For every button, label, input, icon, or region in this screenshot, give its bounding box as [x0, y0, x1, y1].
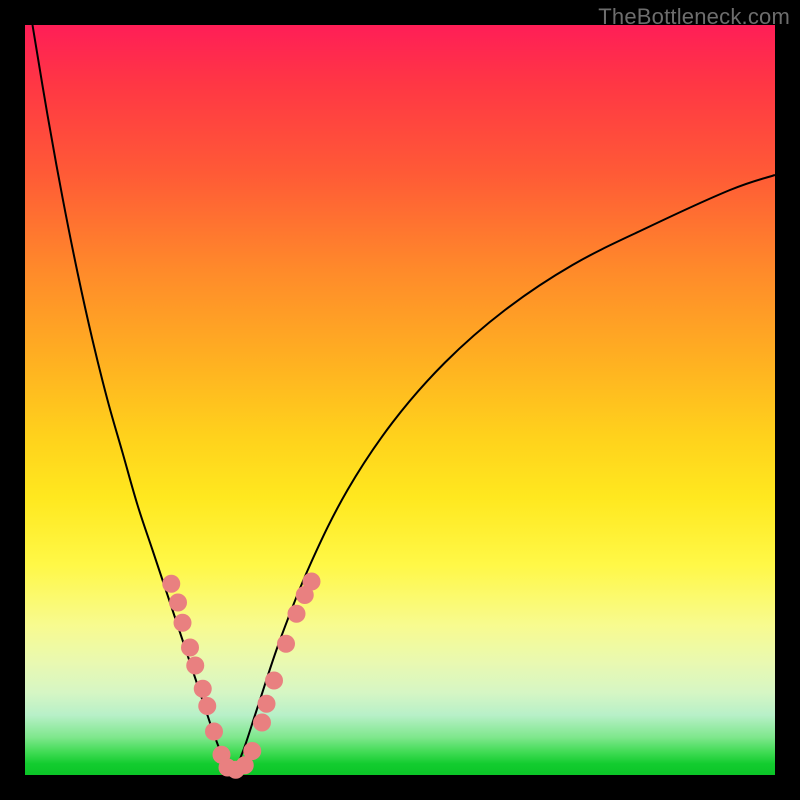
data-dot — [303, 573, 321, 591]
data-dot — [198, 697, 216, 715]
watermark-text: TheBottleneck.com — [598, 4, 790, 30]
data-dot — [205, 723, 223, 741]
data-dot — [194, 680, 212, 698]
data-dot — [253, 714, 271, 732]
data-dot — [265, 672, 283, 690]
data-dot — [181, 639, 199, 657]
data-dot — [169, 594, 187, 612]
data-dot — [277, 635, 295, 653]
data-dot — [258, 695, 276, 713]
data-dot — [174, 614, 192, 632]
chart-frame: TheBottleneck.com — [0, 0, 800, 800]
data-dot — [288, 605, 306, 623]
bottleneck-curve — [33, 25, 776, 775]
data-dot — [162, 575, 180, 593]
plot-area — [25, 25, 775, 775]
curve-layer — [25, 25, 775, 775]
data-dot — [243, 742, 261, 760]
data-dot — [186, 657, 204, 675]
